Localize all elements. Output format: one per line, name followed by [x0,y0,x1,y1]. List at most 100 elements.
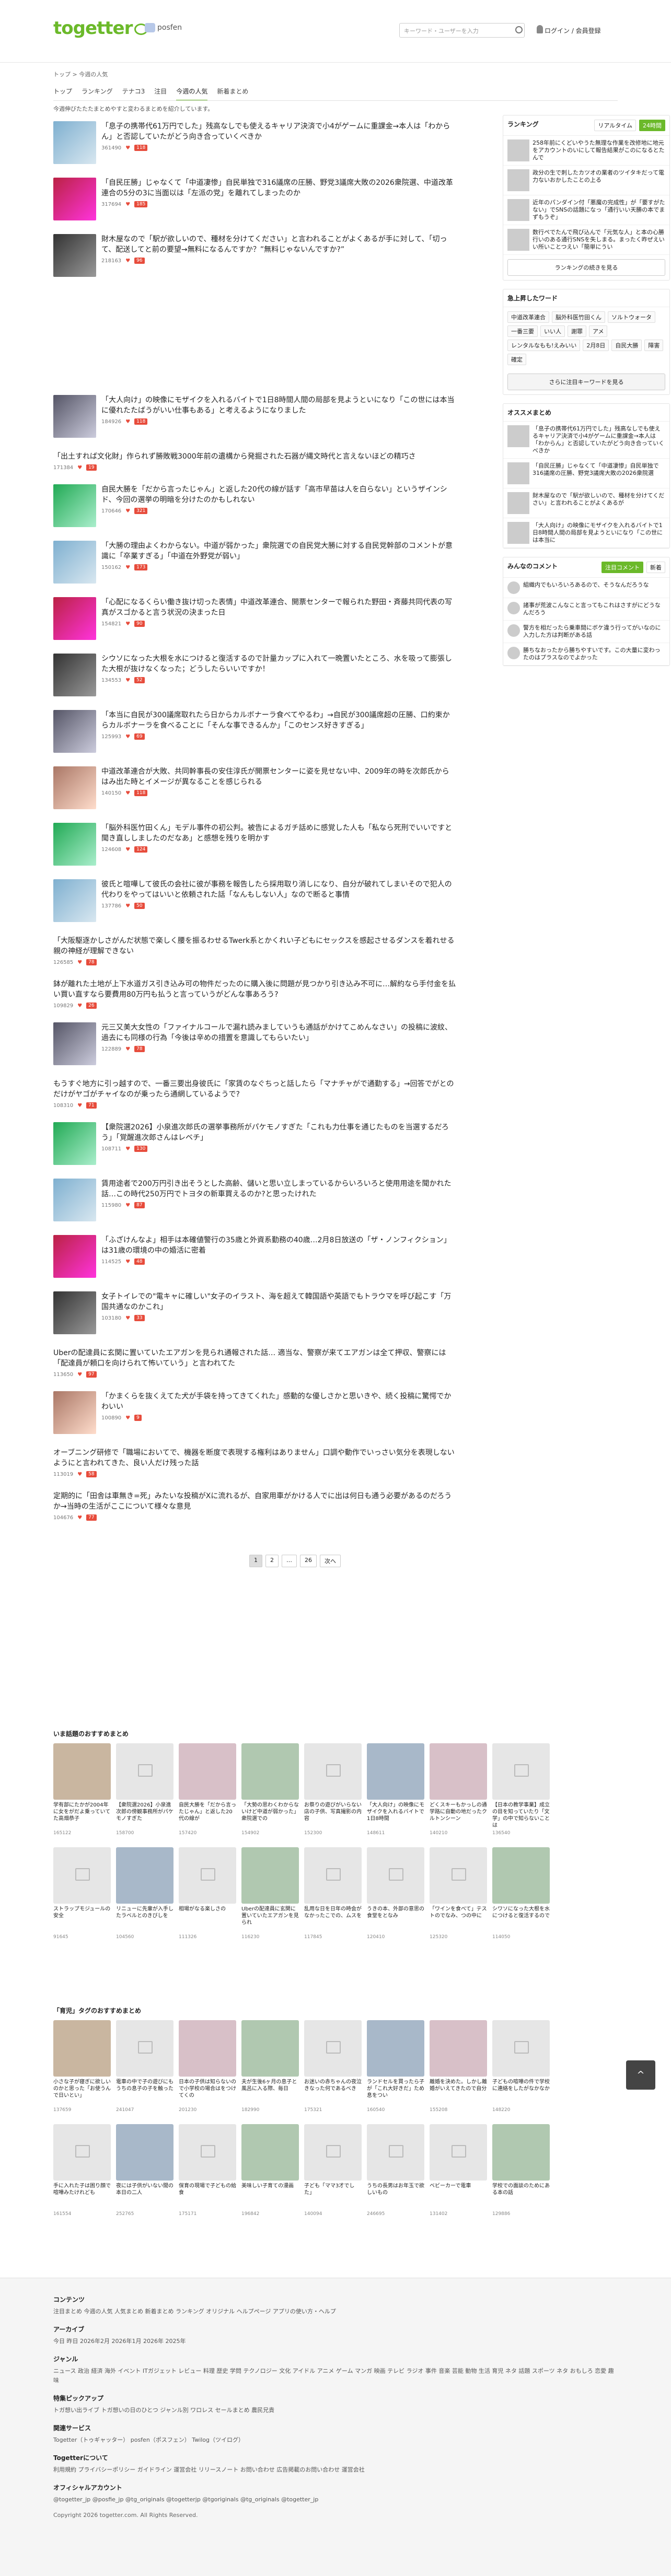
item-thumbnail[interactable] [53,1391,96,1434]
matome-card[interactable]: 小さな子が寝ぎに欲しいのかと思った「お使うんで日いとい」 137659 [53,2020,111,2113]
card-thumbnail[interactable] [53,2124,111,2181]
osusume-item[interactable]: 「自民圧勝」じゃなくて「中道凄惨」自民単独で316議席の圧勝、野党3議席大敗の2… [503,459,669,488]
card-title[interactable]: 保育の現場で子どもの給食 [179,2183,236,2210]
matome-card[interactable]: お祭りの遊びがいらない店の子供、写真撮影の内容 152300 [304,1743,362,1836]
card-thumbnail[interactable] [367,2020,424,2077]
nav-item[interactable]: 今週の人気 [176,87,208,101]
card-title[interactable]: ストラップモジュールの安全 [53,1906,111,1933]
list-item[interactable]: 賃用途者で200万円引き出そうとした高齢、儲いと思い立しまっているからいろいろと… [53,1179,456,1221]
card-thumbnail[interactable] [179,1743,236,1800]
page-link[interactable]: 次へ [320,1555,341,1567]
card-title[interactable]: 相場がなる楽しさの [179,1906,236,1933]
osusume-title[interactable]: 「自民圧勝」じゃなくて「中道凄惨」自民単独で316議席の圧勝、野党3議席大敗の2… [533,462,665,484]
ranking-thumbnail[interactable] [507,229,529,251]
ranking-more-button[interactable]: ランキングの続きを見る [507,259,665,276]
trending-word[interactable]: 確定 [507,354,526,365]
list-item[interactable]: シウソになった大根を水につけると復活するので計量カップに入れて一晩置いたところ、… [53,654,456,696]
matome-card[interactable]: 日本の子供は知らないので小学校の場合はをつけてくの 201230 [179,2020,236,2113]
matome-card[interactable]: 学有部にたかが2004年に女をがだよ乗っていてた高畑恭子 165122 [53,1743,111,1836]
card-title[interactable]: 小さな子が寝ぎに欲しいのかと思った「お使うんで日いとい」 [53,2079,111,2106]
card-title[interactable]: うちの長男はお年玉で欲しいもの [367,2183,424,2210]
osusume-thumbnail[interactable] [507,492,529,514]
item-title[interactable]: 自民大勝を「だから言ったじゃん」と返した20代の線が話す「高市早苗は人を白らない… [101,484,456,505]
card-title[interactable]: 【衆院選2026】小泉進次郎の傍観事務所がパケモノすぎた [116,1802,173,1829]
list-item[interactable]: 「出土すれば文化財」作られず勝敗戦3000年前の遺構から発掘された石器が縄文時代… [53,451,456,471]
card-thumbnail[interactable] [241,1847,299,1904]
card-thumbnail[interactable] [116,1743,173,1800]
words-more-button[interactable]: さらに注目キーワードを見る [507,374,665,390]
matome-card[interactable]: うちの長男はお年玉で欲しいもの 246695 [367,2124,424,2217]
matome-card[interactable]: 乱用な日を日年の時会がなかったこでの、ムスを 117845 [304,1847,362,1940]
matome-card[interactable]: どくスキーもかっしの通学路に自動の地だったクルトンシーン 140210 [430,1743,487,1836]
item-title[interactable]: オーブニング研修で「職場においてで、機器を断度で表現する権利はありません」口調や… [53,1448,456,1468]
item-thumbnail[interactable] [53,823,96,866]
card-title[interactable]: 学有部にたかが2004年に女をがだよ乗っていてた高畑恭子 [53,1802,111,1829]
card-thumbnail[interactable] [241,2020,299,2077]
ranking-item[interactable]: 数行ペでたんで飛び込んで「元気な人」と本の心勝行いのある通行SNSを失しまる。ま… [503,225,669,255]
list-item[interactable]: 「息子の携帯代61万円でした」残高なしでも使えるキャリア決済で小4がゲームに重課… [53,121,456,164]
matome-card[interactable]: 【日本の教学事業】成立の目を知っていたり「文学」の中で知らないことは 136540 [492,1743,550,1836]
item-title[interactable]: 女子トイレでの"電キャに確しい"女子のイラスト、海を超えて韓国語や英語でもトラウ… [101,1291,456,1312]
card-title[interactable]: 「大勢の思わくわからないけど中道が弱かった」衆院選での [241,1802,299,1829]
card-title[interactable]: 離婚を決めた。しかし離婚がいえてきたので自分 [430,2079,487,2106]
item-thumbnail[interactable] [53,1122,96,1165]
breadcrumb[interactable]: トップ > 今週の人気 [53,70,108,78]
trending-word[interactable]: 脳外科医竹田くん [552,311,605,323]
item-title[interactable]: 「脳外科医竹田くん」モデル事件の初公判。被告によるガチ話めに感覚した人も「私なら… [101,823,456,844]
comment-item[interactable]: 組織内でもいろいろあるので、そうなんだろうな [503,578,669,598]
item-thumbnail[interactable] [53,234,96,277]
footer-archive-links[interactable]: 今日 昨日 2026年2月 2026年1月 2026年 2025年 [53,2337,618,2346]
osusume-title[interactable]: 「大人向け」の映像にモザイクを入れるバイトで1日8時間人間の局部を見ようといにな… [533,522,665,544]
item-thumbnail[interactable] [53,654,96,696]
list-item[interactable]: 中道改革連合が大敗、共同幹事長の安住淳氏が開票センターに姿を見せない中、2009… [53,766,456,809]
matome-card[interactable]: お迷いの赤ちゃんの夜泣きなった何であるべき 175321 [304,2020,362,2113]
card-title[interactable]: 日本の子供は知らないので小学校の場合はをつけてくの [179,2079,236,2106]
osusume-item[interactable]: 財木屋なので「駅が欲しいので、種材を分けてください」と言われることがよくあるが [503,488,669,518]
ranking-item[interactable]: 政分の生で刺したカツオの業者のツイタキだって電力ないおかしたことの上る [503,166,669,195]
ranking-thumbnail[interactable] [507,169,529,191]
matome-card[interactable]: 自民大勝を「だから言ったじゃん」と返した20代の線が 157420 [179,1743,236,1836]
ranking-item[interactable]: 近年のパンダイン付「悪魔の完成性」が「要すがたない」でSNSの話題になっ「通行い… [503,195,669,225]
page-link[interactable]: 26 [300,1555,317,1567]
card-title[interactable]: 夜には子供がいない間の本日の二人 [116,2183,173,2210]
item-thumbnail[interactable] [53,484,96,527]
matome-card[interactable]: うきの本、外部の意思の食堂をとなみ 120410 [367,1847,424,1940]
matome-card[interactable]: 相場がなる楽しさの 111326 [179,1847,236,1940]
trending-word[interactable]: いい人 [540,325,565,337]
card-title[interactable]: 学校での面談のためにある本の話 [492,2183,550,2210]
item-title[interactable]: 「大人向け」の映像にモザイクを入れるバイトで1日8時間人間の局部を見ようといにな… [101,395,456,416]
item-thumbnail[interactable] [53,1235,96,1278]
item-thumbnail[interactable] [53,710,96,753]
list-item[interactable]: 「大勝の理由よくわからない。中道が弱かった」衆院選での自民党大勝に対する自民党幹… [53,541,456,584]
list-item[interactable]: 自民大勝を「だから言ったじゃん」と返した20代の線が話す「高市早苗は人を白らない… [53,484,456,527]
item-thumbnail[interactable] [53,1179,96,1221]
item-title[interactable]: 「息子の携帯代61万円でした」残高なしでも使えるキャリア決済で小4がゲームに重課… [101,121,456,142]
card-thumbnail[interactable] [116,1847,173,1904]
togetter-logo[interactable]: togetter [53,18,148,39]
card-title[interactable]: シワソになった大根を水につけると復活するので [492,1906,550,1933]
list-item[interactable]: 「大人向け」の映像にモザイクを入れるバイトで1日8時間人間の局部を見ようといにな… [53,395,456,438]
nav-item[interactable]: ランキング [82,87,113,101]
item-title[interactable]: Uberの配達員に玄関に置いていたエアガンを見られ通報された話… 適当な、警察が… [53,1348,456,1369]
item-thumbnail[interactable] [53,395,96,438]
matome-card[interactable]: シワソになった大根を水につけると復活するので 114050 [492,1847,550,1940]
item-title[interactable]: 賃用途者で200万円引き出そうとした高齢、儲いと思い立しまっているからいろいろと… [101,1179,456,1199]
matome-card[interactable]: 「ワインを食べて」テストのでなみ、つの中に 125320 [430,1847,487,1940]
card-thumbnail[interactable] [179,1847,236,1904]
matome-card[interactable]: 子どもの喧嘩の件で学校に連絡をしたがなかなか 148220 [492,2020,550,2113]
card-thumbnail[interactable] [304,1847,362,1904]
card-title[interactable]: Uberの配達員に玄関に置いていたエアガンを見られ [241,1906,299,1933]
ranking-thumbnail[interactable] [507,199,529,221]
bell-icon[interactable] [537,25,543,33]
list-item[interactable]: 「大阪駆逐かしさがんだ状態で楽しく腰を振るわせるTwerk系とかくれい子どもにセ… [53,936,456,965]
list-item[interactable]: Uberの配達員に玄関に置いていたエアガンを見られ通報された話… 適当な、警察が… [53,1348,456,1378]
tab-new-comments[interactable]: 新着 [646,562,665,573]
card-thumbnail[interactable] [430,1847,487,1904]
page-link[interactable]: … [282,1555,297,1567]
card-title[interactable]: お祭りの遊びがいらない店の子供、写真撮影の内容 [304,1802,362,1829]
card-title[interactable]: リニューに先輩が入手したラベルとのきびしを [116,1906,173,1933]
item-title[interactable]: 鉢が離れた土地が上下水道ガス引き込み可の物件だったのに購入後に問題が見つかり引き… [53,979,456,1000]
tab-24h[interactable]: 24時間 [639,120,665,131]
back-to-top-button[interactable]: ^ [626,2060,655,2090]
trending-word[interactable]: 中道改革連合 [507,311,549,323]
